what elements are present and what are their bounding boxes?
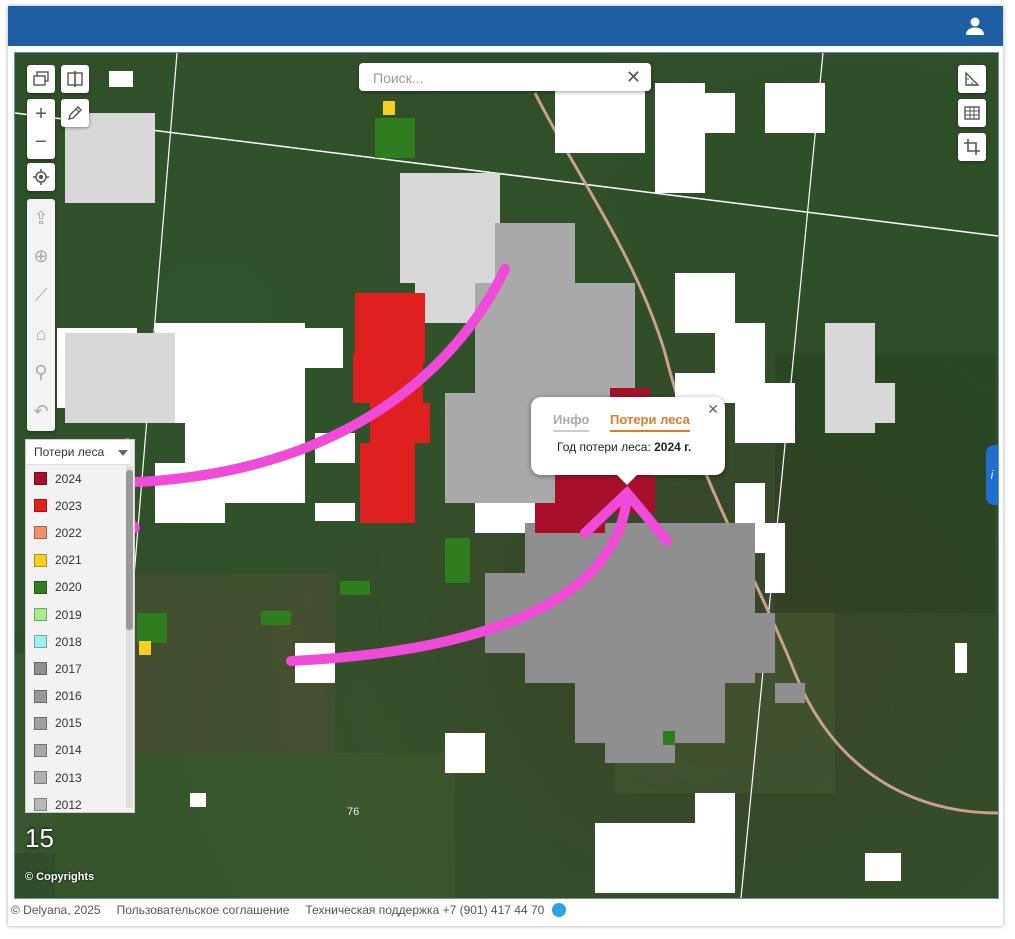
footer-support[interactable]: Техническая поддержка +7 (901) 417 44 70 (305, 903, 544, 917)
upload-icon[interactable]: ⇪ (33, 208, 48, 229)
legend-swatch (34, 499, 47, 513)
legend-item-label: 2022 (55, 525, 82, 540)
zoom-control: + − (27, 99, 55, 159)
legend-item[interactable]: 2017 (26, 655, 134, 682)
legend-panel: Потери леса 2024 2023 2022 2021 2020 2019 2018… (25, 439, 135, 813)
top-bar (8, 6, 1003, 46)
ruler-icon[interactable] (958, 65, 986, 93)
popup-close-button[interactable]: ✕ (707, 401, 719, 418)
tab-info[interactable]: Инфо (553, 412, 590, 432)
legend-item-label: 2020 (55, 580, 82, 595)
legend-item[interactable]: 2019 (26, 601, 134, 628)
loss-year-value: 2024 г. (654, 440, 692, 454)
legend-title: Потери леса (34, 445, 105, 459)
legend-item[interactable]: 2018 (26, 628, 134, 655)
legend-item[interactable]: 2021 (26, 547, 134, 574)
map-view[interactable]: 76 + − ⇪ ⊕ ⟋ ⌂ ⚲ ↶ ✕ (14, 52, 999, 899)
legend-item[interactable]: 2014 (26, 737, 134, 764)
add-marker-icon[interactable]: ⊕ (33, 246, 48, 267)
legend-item-label: 2014 (55, 743, 82, 758)
crop-icon[interactable] (958, 133, 986, 161)
legend-item-label: 2018 (55, 634, 82, 649)
legend-list: 2024 2023 2022 2021 2020 2019 2018 2017 2016 2015… (26, 465, 134, 812)
legend-item[interactable]: 2012 (26, 791, 134, 812)
legend-item[interactable]: 2016 (26, 683, 134, 710)
search-input[interactable] (371, 68, 615, 88)
legend-item-label: 2023 (55, 498, 82, 513)
draw-tools-panel: ⇪ ⊕ ⟋ ⌂ ⚲ ↶ (27, 199, 55, 431)
legend-item[interactable]: 2024 (26, 465, 134, 492)
footer: © Delyana, 2025 Пользовательское соглаше… (11, 903, 582, 917)
feature-popup: Инфо Потери леса ✕ Год потери леса: 2024… (531, 397, 725, 485)
legend-item[interactable]: 2020 (26, 574, 134, 601)
tab-forest-loss[interactable]: Потери леса (610, 412, 690, 432)
legend-item[interactable]: 2013 (26, 764, 134, 791)
legend-item[interactable]: 2022 (26, 519, 134, 546)
legend-item-label: 2024 (55, 471, 82, 486)
clear-search-button[interactable]: ✕ (626, 67, 641, 88)
footer-agreement-link[interactable]: Пользовательское соглашение (117, 903, 290, 917)
legend-swatch (34, 553, 47, 567)
legend-item-label: 2015 (55, 716, 82, 731)
grid-icon[interactable] (958, 99, 986, 127)
info-side-tab[interactable]: i (986, 445, 998, 505)
map-copyright[interactable]: © Copyrights (25, 871, 94, 883)
legend-item-label: 2017 (55, 661, 82, 676)
legend-item-label: 2013 (55, 770, 82, 785)
loss-year-label: Год потери леса: (557, 440, 651, 454)
compare-button[interactable] (61, 65, 89, 93)
legend-swatch (34, 689, 47, 703)
legend-scroll-thumb[interactable] (126, 470, 133, 630)
layers-button[interactable] (27, 65, 55, 93)
legend-item-label: 2016 (55, 689, 82, 704)
legend-swatch (34, 716, 47, 730)
chevron-down-icon (118, 450, 128, 456)
locate-icon[interactable] (27, 163, 55, 191)
legend-item-label: 2012 (55, 797, 82, 812)
legend-swatch (34, 635, 47, 649)
legend-swatch (34, 526, 47, 540)
zoom-out-button[interactable]: − (35, 129, 47, 159)
line-tool-icon[interactable]: ⟋ (35, 285, 48, 306)
zoom-level-display: 15 (25, 823, 54, 853)
polygon-tool-icon[interactable]: ⌂ (36, 324, 47, 345)
user-icon[interactable] (965, 16, 985, 36)
legend-item[interactable]: 2023 (26, 492, 134, 519)
legend-item-label: 2019 (55, 607, 82, 622)
search-box: ✕ (359, 63, 651, 91)
zoom-in-button[interactable]: + (35, 99, 47, 129)
footer-copyright: © Delyana, 2025 (11, 903, 101, 917)
map-canvas: 76 (15, 53, 998, 898)
legend-swatch (34, 771, 47, 785)
contour-label: 76 (347, 806, 359, 818)
legend-swatch (34, 662, 47, 676)
pin-icon[interactable]: ⚲ (34, 362, 47, 383)
legend-item[interactable]: 2015 (26, 710, 134, 737)
edit-draw-button[interactable] (61, 99, 89, 127)
telegram-icon[interactable] (552, 903, 567, 917)
legend-swatch (34, 472, 47, 486)
legend-swatch (34, 798, 47, 812)
legend-swatch (34, 580, 47, 594)
undo-icon[interactable]: ↶ (33, 401, 48, 422)
legend-dropdown[interactable]: Потери леса (26, 440, 130, 465)
popup-field: Год потери леса: 2024 г. (557, 440, 691, 454)
legend-item-label: 2021 (55, 553, 82, 568)
legend-swatch (34, 743, 47, 757)
legend-swatch (34, 608, 47, 622)
